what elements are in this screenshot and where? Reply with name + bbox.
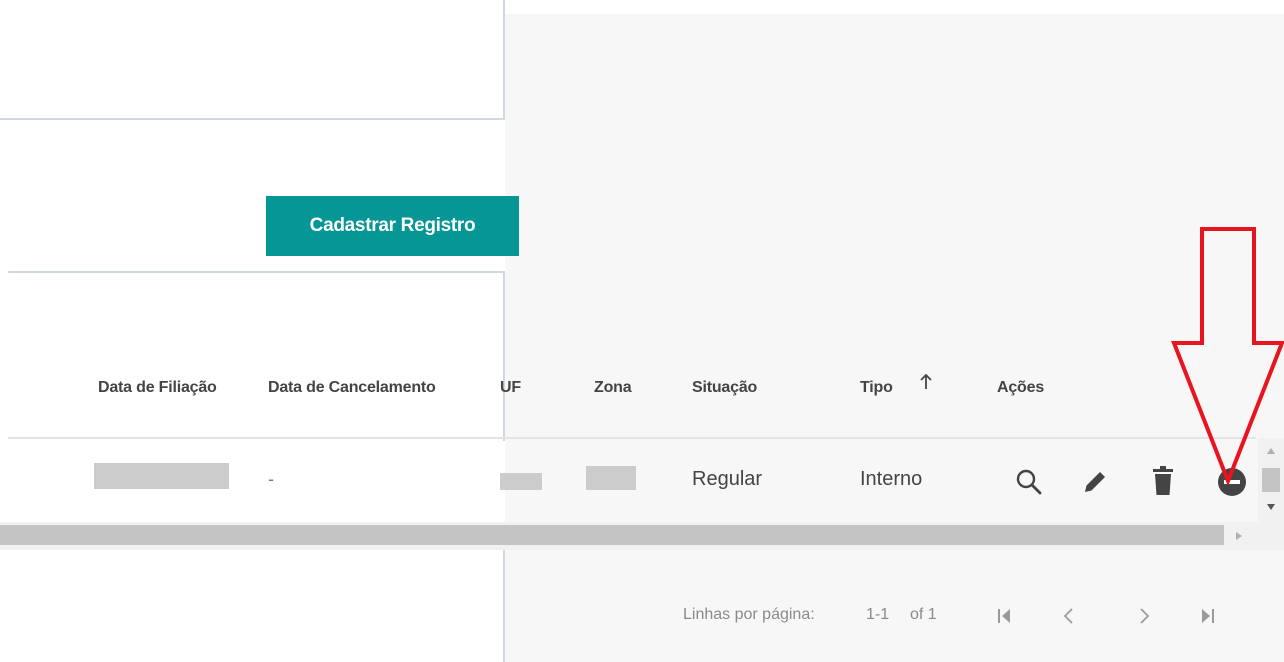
right-panel-background [505,14,1284,662]
horizontal-scrollbar[interactable] [0,522,1284,550]
scroll-down-arrow-icon[interactable] [1267,504,1275,510]
column-header-tipo[interactable]: Tipo [860,379,893,397]
column-header-zona[interactable]: Zona [594,379,632,397]
column-header-uf[interactable]: UF [500,379,521,397]
rows-per-page-label: Linhas por página: [683,606,815,623]
section-divider-vertical [503,271,505,441]
delete-icon[interactable] [1150,465,1176,497]
header-separator [8,437,1256,439]
cell-situacao: Regular [692,468,763,490]
column-header-data-filiacao[interactable]: Data de Filiação [98,379,217,397]
horizontal-scrollbar-thumb[interactable] [0,525,1224,545]
scroll-right-arrow-icon[interactable] [1236,532,1242,540]
search-icon[interactable] [1014,467,1044,497]
register-button[interactable]: Cadastrar Registro [266,196,519,256]
page-total-label: of 1 [910,606,937,623]
last-page-icon[interactable] [1196,605,1220,627]
column-header-acoes: Ações [997,379,1045,396]
section-divider-vertical-lower [503,548,505,662]
column-header-data-cancelamento[interactable]: Data de Cancelamento [268,379,436,397]
column-header-situacao[interactable]: Situação [692,379,757,397]
top-card [0,0,505,120]
page-range-label: 1-1 [866,606,890,623]
cell-data-cancelamento: - [268,469,274,489]
next-page-icon[interactable] [1132,605,1156,627]
redacted-data-filiacao [94,463,229,489]
scroll-up-arrow-icon[interactable] [1267,448,1275,454]
redacted-uf [500,473,542,490]
edit-icon[interactable] [1080,467,1110,497]
redacted-zona [586,466,636,490]
cell-tipo: Interno [860,468,923,490]
vertical-scrollbar[interactable] [1258,438,1284,522]
section-divider [8,271,505,273]
first-page-icon[interactable] [993,605,1017,627]
sort-ascending-icon[interactable] [918,372,934,392]
remove-circle-icon[interactable] [1216,466,1248,498]
vertical-scrollbar-thumb[interactable] [1262,468,1280,492]
previous-page-icon[interactable] [1057,605,1081,627]
